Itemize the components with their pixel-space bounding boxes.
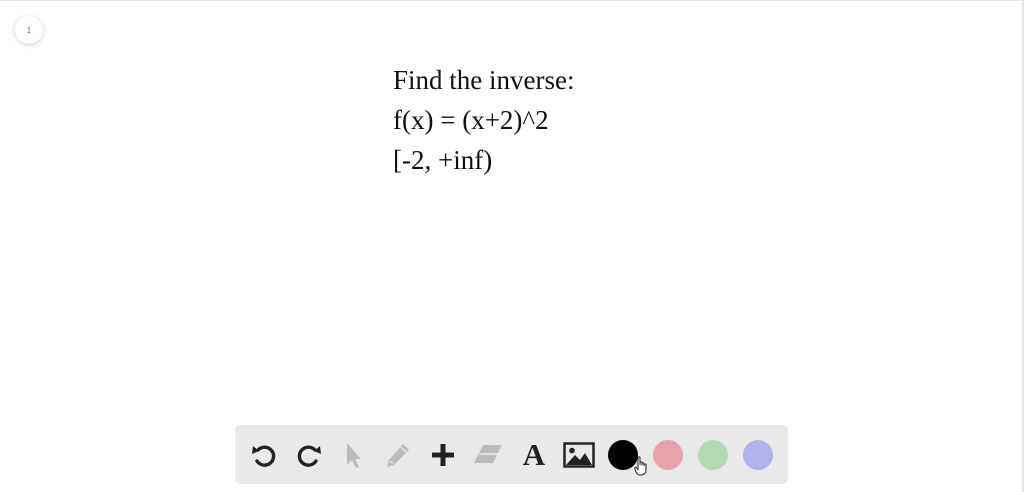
pencil-icon [383,440,413,470]
image-icon [563,441,595,468]
pen-button[interactable] [378,425,418,484]
image-button[interactable] [559,425,599,484]
eraser-icon [471,442,505,468]
color-green-swatch[interactable] [698,440,728,470]
drawing-toolbar: A [235,425,788,484]
hand-cursor-icon [634,456,648,481]
undo-icon [249,440,279,470]
plus-icon [430,442,456,468]
text-icon: A [522,437,546,472]
problem-line-1: Find the inverse: [393,65,575,95]
page-number: 1 [26,25,32,35]
top-border [0,0,1024,1]
pointer-icon [340,440,366,470]
add-button[interactable] [423,425,463,484]
undo-button[interactable] [244,425,284,484]
select-button[interactable] [333,425,373,484]
eraser-button[interactable] [468,425,508,484]
problem-line-2: f(x) = (x+2)^2 [393,105,549,135]
redo-button[interactable] [289,425,329,484]
page-number-badge[interactable]: 1 [15,16,43,44]
whiteboard-canvas[interactable]: 1 Find the inverse: f(x) = (x+2)^2 [-2, … [0,0,1024,492]
color-blue-swatch[interactable] [743,440,773,470]
color-red-swatch[interactable] [653,440,683,470]
problem-line-3: [-2, +inf) [393,145,493,175]
problem-text: Find the inverse: f(x) = (x+2)^2 [-2, +i… [393,60,574,180]
text-button[interactable]: A [514,425,554,484]
redo-icon [294,440,324,470]
